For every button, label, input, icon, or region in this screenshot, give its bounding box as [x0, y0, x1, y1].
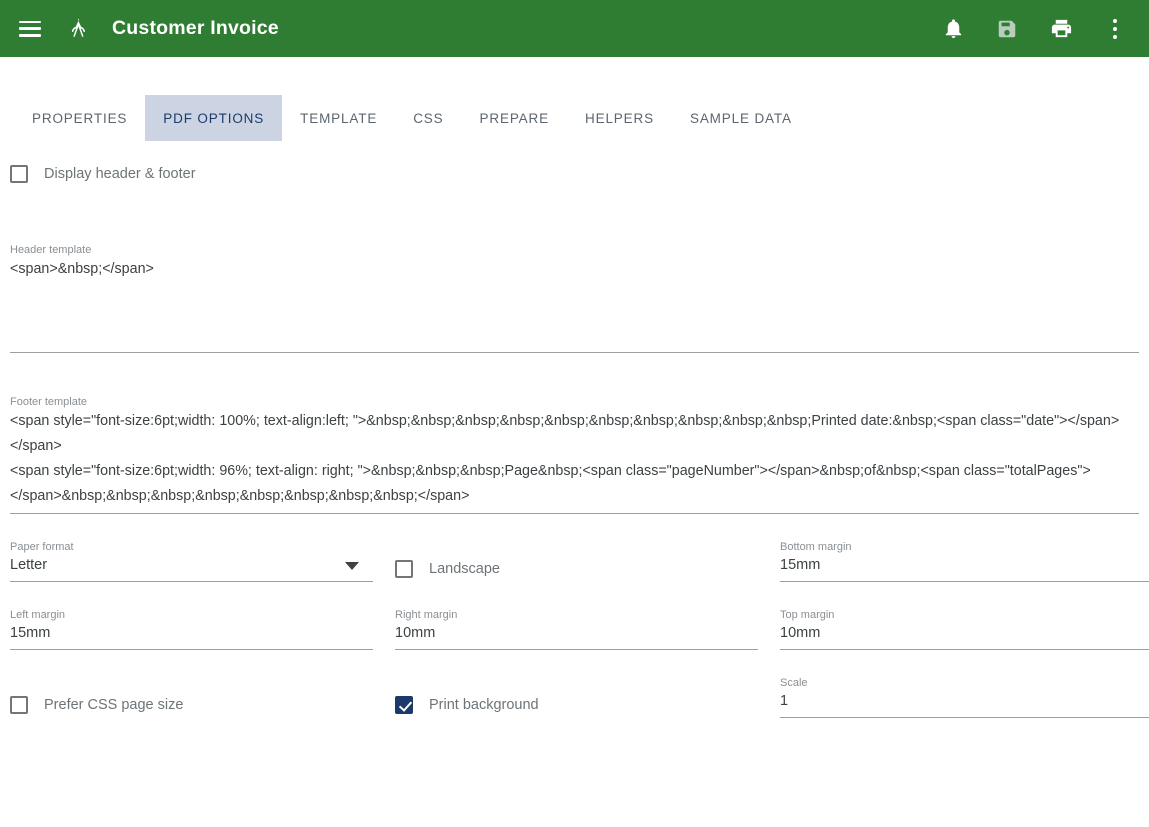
right-margin-value: 10mm — [395, 625, 436, 641]
scale-input[interactable]: 1 — [780, 690, 1149, 718]
notifications-icon[interactable] — [933, 9, 973, 49]
hamburger-lines — [19, 20, 41, 37]
app-bar-actions — [933, 9, 1135, 49]
left-margin-input[interactable]: 15mm — [10, 622, 373, 650]
tab-sample-data[interactable]: SAMPLE DATA — [672, 95, 810, 141]
paper-format-label: Paper format — [10, 541, 74, 553]
options-row-1: Paper format Letter Landscape Bottom mar… — [10, 540, 1149, 582]
tab-template[interactable]: TEMPLATE — [282, 95, 395, 141]
top-margin-input[interactable]: 10mm — [780, 622, 1149, 650]
right-margin-label: Right margin — [395, 609, 458, 621]
header-template-field[interactable]: Header template <span>&nbsp;</span> — [10, 243, 1139, 353]
hamburger-menu-icon[interactable] — [10, 9, 50, 49]
landscape-checkbox[interactable]: Landscape — [395, 540, 780, 582]
prefer-css-page-size-label: Prefer CSS page size — [44, 697, 184, 713]
options-row-2: Left margin 15mm Right margin 10mm Top m… — [10, 608, 1149, 650]
checkbox-box — [10, 696, 28, 714]
paper-format-field[interactable]: Paper format Letter — [10, 540, 395, 582]
tab-pdf-options[interactable]: PDF OPTIONS — [145, 95, 283, 141]
tab-css[interactable]: CSS — [395, 95, 461, 141]
save-icon[interactable] — [987, 9, 1027, 49]
left-margin-field[interactable]: Left margin 15mm — [10, 608, 395, 650]
bottom-margin-input[interactable]: 15mm — [780, 554, 1149, 582]
print-icon[interactable] — [1041, 9, 1081, 49]
kebab-dots — [1113, 18, 1117, 39]
scale-field[interactable]: Scale 1 — [780, 676, 1149, 718]
app-bar: Customer Invoice — [0, 0, 1149, 57]
bottom-margin-label: Bottom margin — [780, 541, 852, 553]
print-background-label: Print background — [429, 697, 539, 713]
landscape-label: Landscape — [429, 561, 500, 577]
top-margin-label: Top margin — [780, 609, 835, 621]
scale-label: Scale — [780, 677, 808, 689]
tab-helpers[interactable]: HELPERS — [567, 95, 672, 141]
chevron-down-icon — [345, 562, 359, 570]
options-row-3: Prefer CSS page size Print background Sc… — [10, 676, 1149, 718]
bottom-margin-field[interactable]: Bottom margin 15mm — [780, 540, 1149, 582]
display-header-footer-checkbox[interactable]: Display header & footer — [10, 157, 1139, 191]
checkbox-box — [395, 696, 413, 714]
header-template-value: <span>&nbsp;</span> — [10, 261, 154, 277]
checkbox-box — [10, 165, 28, 183]
scale-value: 1 — [780, 693, 789, 709]
header-template-label: Header template — [10, 244, 92, 256]
prefer-css-page-size-checkbox[interactable]: Prefer CSS page size — [10, 676, 395, 718]
tab-bar: PROPERTIES PDF OPTIONS TEMPLATE CSS PREP… — [0, 95, 1149, 157]
pdf-options-panel: Display header & footer Header template … — [0, 157, 1149, 718]
footer-template-line-3: <span style="font-size:6pt;width: 96%; t… — [10, 463, 1091, 479]
top-margin-field[interactable]: Top margin 10mm — [780, 608, 1149, 650]
print-background-checkbox[interactable]: Print background — [395, 676, 780, 718]
footer-template-line-2: </span> — [10, 438, 62, 454]
compass-logo-icon — [64, 14, 94, 44]
left-margin-label: Left margin — [10, 609, 66, 621]
footer-template-line-4: </span>&nbsp;&nbsp;&nbsp;&nbsp;&nbsp;&nb… — [10, 488, 470, 504]
right-margin-input[interactable]: 10mm — [395, 622, 758, 650]
page-title: Customer Invoice — [112, 17, 279, 39]
bottom-margin-value: 15mm — [780, 557, 821, 573]
right-margin-field[interactable]: Right margin 10mm — [395, 608, 780, 650]
paper-format-select[interactable]: Letter — [10, 554, 373, 582]
app-bar-left: Customer Invoice — [10, 9, 933, 49]
footer-template-field[interactable]: Footer template <span style="font-size:6… — [10, 395, 1139, 514]
display-header-footer-label: Display header & footer — [44, 166, 196, 182]
left-margin-value: 15mm — [10, 625, 51, 641]
top-margin-value: 10mm — [780, 625, 821, 641]
overflow-menu-icon[interactable] — [1095, 9, 1135, 49]
paper-format-value: Letter — [10, 557, 48, 573]
checkbox-box — [395, 560, 413, 578]
tab-prepare[interactable]: PREPARE — [462, 95, 567, 141]
footer-template-label: Footer template — [10, 396, 88, 408]
tab-properties[interactable]: PROPERTIES — [14, 95, 145, 141]
footer-template-line-1: <span style="font-size:6pt;width: 100%; … — [10, 413, 1120, 429]
